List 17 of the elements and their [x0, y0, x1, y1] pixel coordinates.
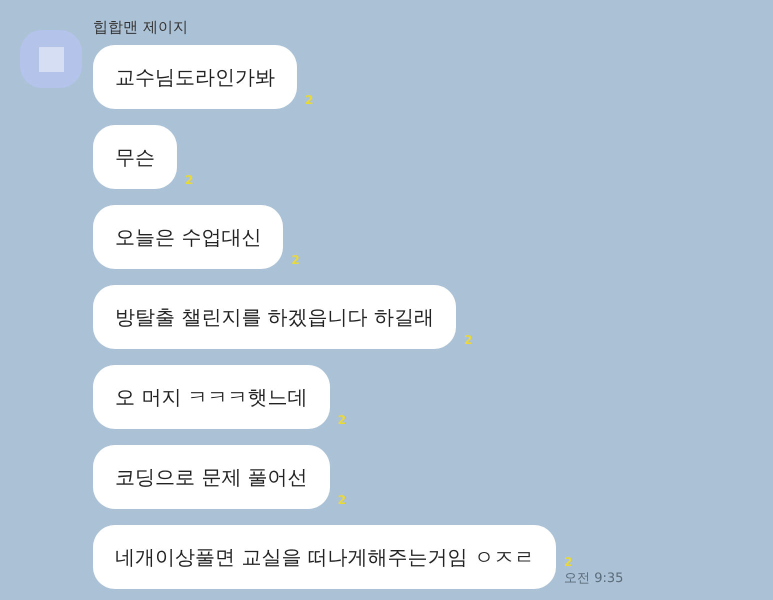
- unread-count: 2: [464, 333, 472, 347]
- unread-count: 2: [338, 493, 346, 507]
- message-bubble: 네개이상풀면 교실을 떠나게해주는거임 ㅇㅈㄹ: [93, 525, 556, 589]
- message-bubble: 교수님도라인가봐: [93, 45, 297, 109]
- message-bubble: 방탈출 챌린지를 하겠읍니다 하길래: [93, 285, 456, 349]
- unread-count: 2: [185, 173, 194, 187]
- unread-count: 2: [338, 413, 346, 427]
- message-bubble: 무슨: [93, 125, 177, 189]
- unread-count: 2: [305, 93, 314, 107]
- unread-count: 2: [564, 555, 572, 569]
- message-bubble: 코딩으로 문제 풀어선: [93, 445, 330, 509]
- message-bubble: 오 머지 ㅋㅋㅋ햇느데: [93, 365, 330, 429]
- sender-name: 힙합맨 제이지: [93, 18, 189, 37]
- avatar[interactable]: [20, 30, 82, 88]
- timestamp: 오전 9:35: [564, 570, 624, 587]
- message-bubble: 오늘은 수업대신: [93, 205, 284, 269]
- unread-count: 2: [291, 253, 300, 267]
